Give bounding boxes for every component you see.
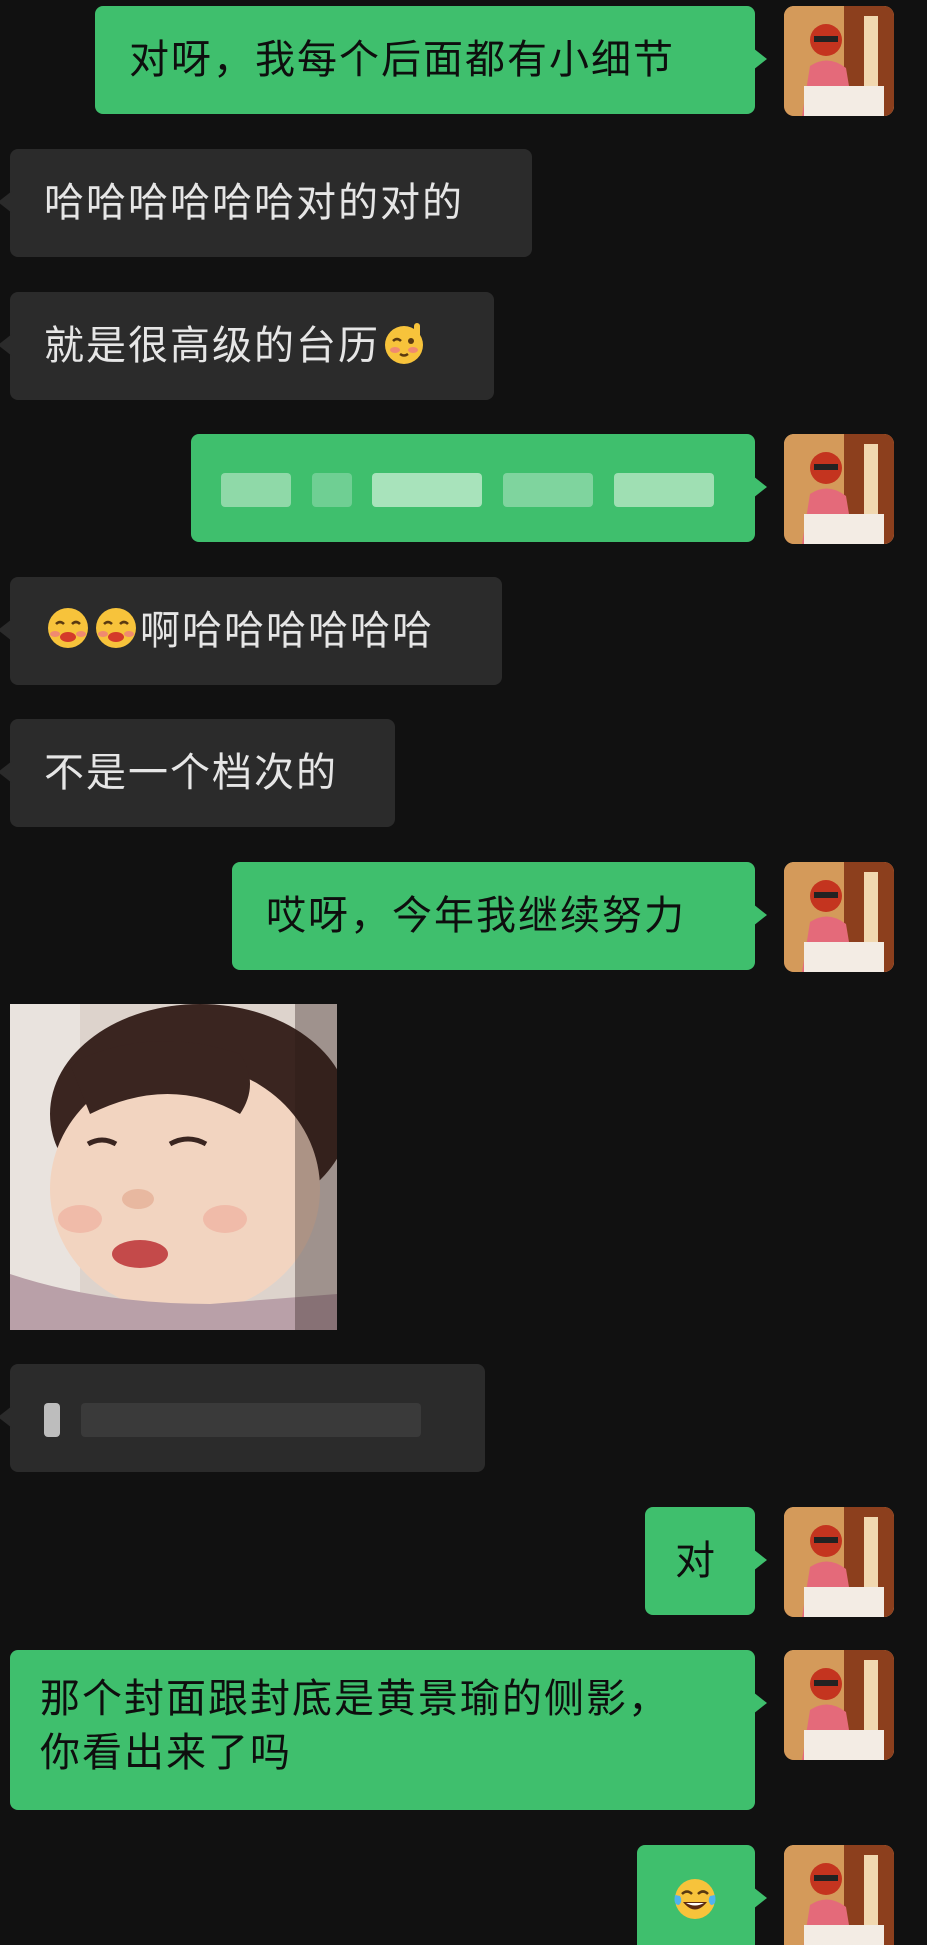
- message-bubble-incoming[interactable]: 哈哈哈哈哈哈对的对的: [0, 149, 532, 257]
- message-bubble-outgoing[interactable]: [637, 1845, 767, 1945]
- message-bubble-outgoing-blurred[interactable]: [191, 434, 767, 542]
- blurred-block: [613, 473, 714, 507]
- chat-window: 对呀，我每个后面都有小细节 哈哈哈哈哈哈对的对的 就是很高级的台历 啊哈哈哈哈哈…: [0, 0, 927, 1945]
- blurred-block: [221, 473, 291, 507]
- message-text: 哎呀，今年我继续努力: [266, 893, 686, 939]
- message-bubble-outgoing[interactable]: 对呀，我每个后面都有小细节: [95, 6, 767, 114]
- avatar[interactable]: [784, 1845, 894, 1945]
- message-text: 不是一个档次的: [44, 750, 338, 796]
- message-text-line-1: 那个封面跟封底是黄景瑜的侧影，: [40, 1676, 670, 1722]
- blurred-block: [80, 1403, 421, 1437]
- message-bubble-outgoing[interactable]: 对: [645, 1507, 767, 1615]
- shy-smile-emoji-icon: [96, 608, 136, 648]
- tears-of-joy-emoji-icon: [674, 1879, 716, 1919]
- blushing-wink-emoji-icon: [385, 323, 423, 364]
- message-bubble-incoming[interactable]: 啊哈哈哈哈哈哈: [0, 577, 502, 685]
- blurred-block: [311, 473, 352, 507]
- message-bubble-incoming[interactable]: 不是一个档次的: [0, 719, 395, 827]
- message-text-line-2: 你看出来了吗: [40, 1730, 292, 1776]
- avatar[interactable]: [784, 862, 894, 972]
- avatar[interactable]: [784, 1507, 894, 1617]
- message-bubble-outgoing[interactable]: 哎呀，今年我继续努力: [232, 862, 767, 970]
- message-text: 对: [675, 1538, 717, 1584]
- baby-photo-message[interactable]: [10, 1004, 337, 1330]
- message-text: 就是很高级的台历: [44, 323, 380, 369]
- avatar[interactable]: [784, 434, 894, 544]
- message-bubble-outgoing[interactable]: 那个封面跟封底是黄景瑜的侧影， 你看出来了吗: [10, 1650, 767, 1810]
- message-text: 哈哈哈哈哈哈对的对的: [44, 180, 464, 226]
- message-bubble-incoming[interactable]: 就是很高级的台历: [0, 292, 494, 400]
- blurred-block: [44, 1403, 60, 1437]
- message-bubble-incoming-blurred[interactable]: [0, 1364, 485, 1472]
- blurred-block: [503, 473, 594, 507]
- avatar[interactable]: [784, 6, 894, 116]
- blurred-block: [372, 473, 483, 507]
- message-text: 对呀，我每个后面都有小细节: [129, 37, 675, 83]
- message-text: 啊哈哈哈哈哈哈: [140, 608, 434, 654]
- avatar[interactable]: [784, 1650, 894, 1760]
- shy-smile-emoji-icon: [48, 608, 88, 648]
